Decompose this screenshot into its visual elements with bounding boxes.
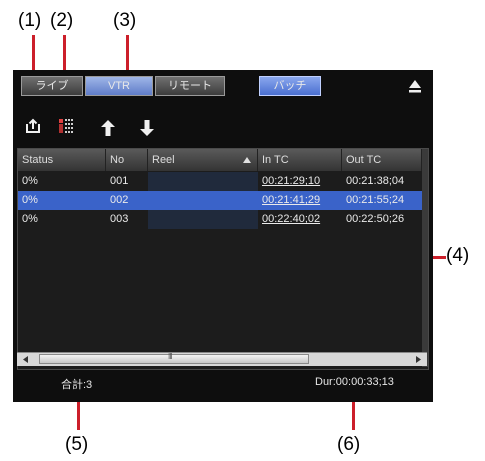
callout-4: (4) xyxy=(446,245,470,266)
table-row-selected[interactable]: 0% 002 00:21:41;29 00:21:55;24 xyxy=(18,191,422,210)
cell-reel xyxy=(148,191,258,210)
cell-reel xyxy=(148,172,258,191)
table-row[interactable]: 0% 001 00:21:29;10 00:21:38;04 xyxy=(18,172,422,191)
cell-status: 0% xyxy=(22,194,38,206)
col-header-reel[interactable]: Reel xyxy=(148,149,258,171)
export-icon[interactable] xyxy=(25,118,41,134)
cell-in-tc[interactable]: 00:21:29;10 xyxy=(258,172,342,191)
cell-no: 001 xyxy=(110,175,129,187)
clip-list-icon[interactable] xyxy=(58,118,74,134)
col-header-status[interactable]: Status xyxy=(18,149,106,171)
cell-out-tc: 00:21:55;24 xyxy=(346,194,405,206)
callout-1: (1) xyxy=(18,10,42,31)
callout-6-line xyxy=(352,398,355,430)
horizontal-scrollbar[interactable]: III xyxy=(17,352,427,366)
callout-3: (3) xyxy=(113,10,137,31)
cell-out-tc: 00:22:50;26 xyxy=(346,213,405,225)
tab-vtr[interactable]: VTR xyxy=(85,76,153,96)
col-header-no[interactable]: No xyxy=(106,149,148,171)
cell-in-tc[interactable]: 00:21:41;29 xyxy=(258,191,342,210)
cell-in-tc[interactable]: 00:22:40;02 xyxy=(258,210,342,229)
callout-6: (6) xyxy=(337,434,361,455)
scroll-thumb-grip: III xyxy=(168,352,173,361)
scroll-left-icon[interactable] xyxy=(23,356,28,363)
callout-2: (2) xyxy=(50,10,74,31)
cell-out-tc: 00:21:38;04 xyxy=(346,175,405,187)
col-header-reel-label: Reel xyxy=(152,154,175,166)
tab-remote[interactable]: リモート xyxy=(155,76,225,96)
callout-4-line xyxy=(432,256,446,259)
table-row[interactable]: 0% 003 00:22:40;02 00:22:50;26 xyxy=(18,210,422,229)
tab-live[interactable]: ライブ xyxy=(21,76,83,96)
total-duration: Dur:00:00:33;13 xyxy=(315,376,394,388)
sort-ascending-icon xyxy=(243,157,251,163)
batch-capture-panel: ライブ VTR リモート バッチ Status No Reel In TC Ou… xyxy=(13,70,433,402)
total-count: 合計:3 xyxy=(61,379,93,391)
arrow-down-icon[interactable] xyxy=(140,120,154,136)
batch-list-table[interactable]: Status No Reel In TC Out TC 0% 001 00:21… xyxy=(17,148,429,370)
tab-batch[interactable]: バッチ xyxy=(259,76,321,96)
eject-icon[interactable] xyxy=(408,79,422,93)
cell-no: 003 xyxy=(110,213,129,225)
scroll-thumb[interactable]: III xyxy=(39,352,309,364)
cell-reel xyxy=(148,210,258,229)
vertical-scrollbar[interactable] xyxy=(422,149,428,367)
cell-status: 0% xyxy=(22,175,38,187)
col-header-in-tc[interactable]: In TC xyxy=(258,149,342,171)
col-header-out-tc[interactable]: Out TC xyxy=(342,149,422,171)
scroll-right-icon[interactable] xyxy=(416,356,421,363)
cell-no: 002 xyxy=(110,194,129,206)
arrow-up-icon[interactable] xyxy=(101,120,115,136)
callout-5: (5) xyxy=(65,434,89,455)
cell-status: 0% xyxy=(22,213,38,225)
